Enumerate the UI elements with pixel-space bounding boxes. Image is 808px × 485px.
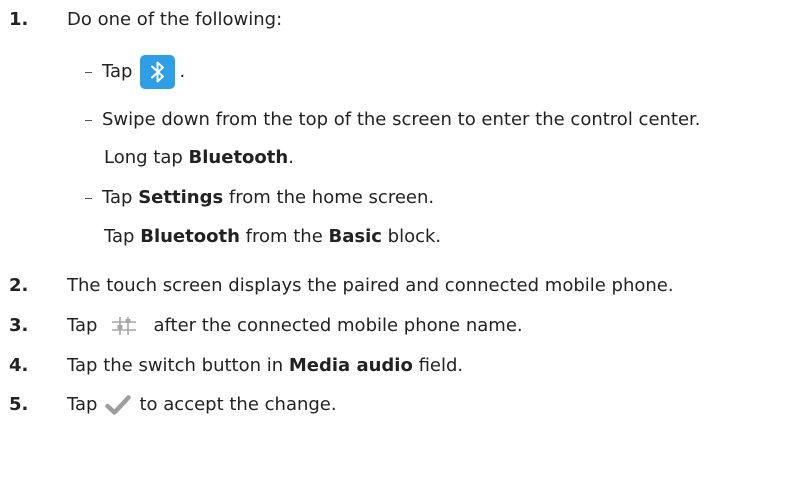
bold-bluetooth: Bluetooth [140, 226, 240, 247]
step-5-text: Tap to accept the change. [67, 393, 337, 417]
step-3-text: Tap after the connected mobile phone nam… [67, 314, 523, 338]
option-tap-settings: Tap Settings from the home screen. [85, 186, 434, 210]
bold-media-audio: Media audio [288, 355, 413, 376]
step-2-text: The touch screen displays the paired and… [67, 275, 674, 296]
option-text-mid: from the [245, 226, 323, 247]
dash-bullet [85, 71, 92, 73]
bold-settings: Settings [138, 187, 224, 208]
bluetooth-icon [140, 55, 176, 89]
dash-bullet [85, 197, 92, 199]
step-5-number: 5. [9, 394, 29, 415]
step-text: Tap [67, 315, 98, 336]
step-text: Tap [67, 394, 98, 415]
bold-bluetooth: Bluetooth [188, 147, 289, 168]
step-4-text: Tap the switch button in Media audio fie… [67, 354, 463, 378]
option-swipe-down: Swipe down from the top of the screen to… [85, 108, 701, 132]
option-long-tap: Long tap Bluetooth. [104, 146, 294, 170]
settings-sliders-icon [111, 315, 137, 337]
step-text-end: to accept the change. [139, 394, 337, 415]
step-2-number: 2. [9, 275, 29, 296]
checkmark-icon [105, 394, 132, 416]
option-text-end: from the home screen. [228, 187, 435, 208]
option-text-end: . [288, 147, 294, 168]
option-tap-bluetooth-basic: Tap Bluetooth from the Basic block. [104, 225, 441, 249]
option-tap-bluetooth: Tap . [85, 55, 185, 89]
step-text-end: after the connected mobile phone name. [153, 315, 523, 336]
step-text-end: field. [418, 355, 464, 376]
option-text: Tap [102, 61, 133, 82]
step-1-text: Do one of the following: [67, 9, 283, 30]
option-text-end: block. [387, 226, 442, 247]
bold-basic: Basic [328, 226, 382, 247]
option-text: Swipe down from the top of the screen to… [102, 109, 701, 130]
option-text: Long tap [104, 147, 183, 168]
step-4-number: 4. [9, 355, 29, 376]
step-3-number: 3. [9, 315, 29, 336]
step-text: Tap the switch button in [67, 355, 284, 376]
option-text: Tap [104, 226, 135, 247]
dash-bullet [85, 119, 92, 121]
step-1-number: 1. [9, 9, 29, 30]
option-text: Tap [102, 187, 133, 208]
option-text-end: . [179, 61, 186, 82]
